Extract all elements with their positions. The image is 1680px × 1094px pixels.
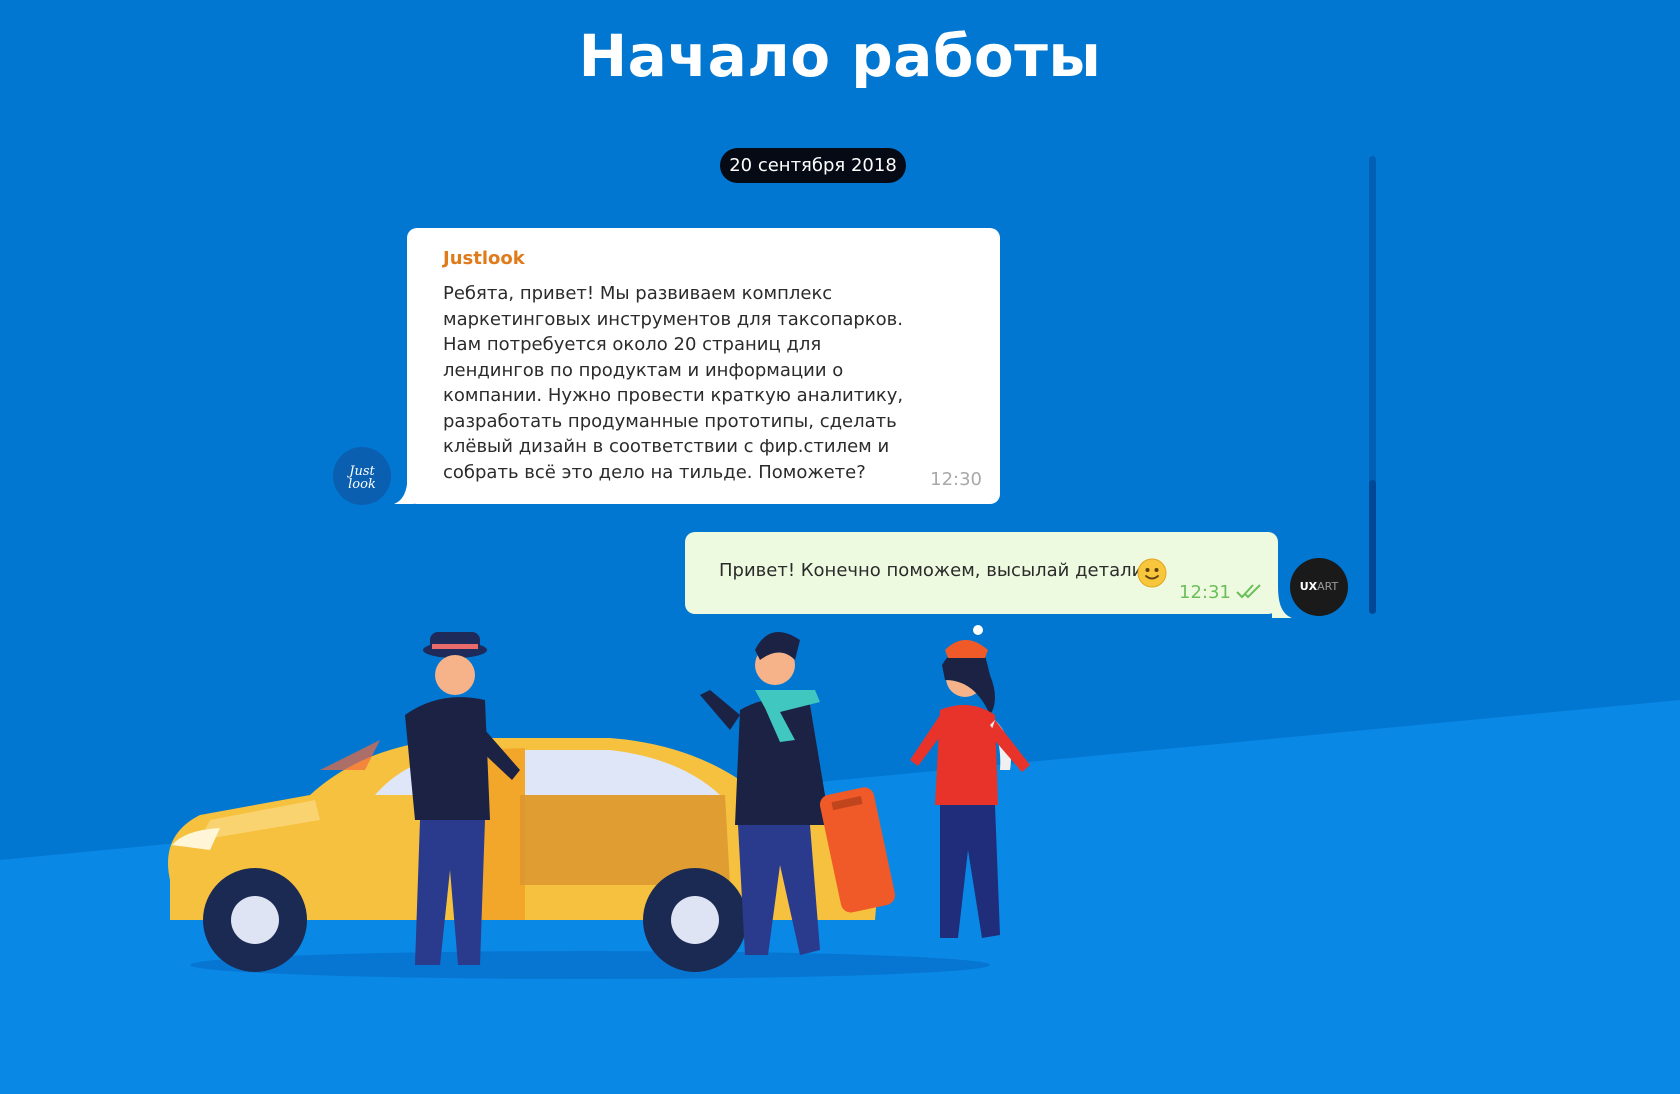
page-title: Начало работы bbox=[578, 22, 1102, 90]
message-text: Ребята, привет! Мы развиваем комплекс ма… bbox=[443, 283, 904, 483]
justlook-logo-icon: Just look bbox=[346, 464, 376, 492]
message-text: Привет! Конечно поможем, высылай детали bbox=[719, 560, 1144, 581]
uxart-brand: UX bbox=[1299, 580, 1318, 593]
message-time: 12:31 bbox=[1179, 582, 1231, 603]
taxi-scene-illustration bbox=[168, 625, 1030, 979]
message-time: 12:30 bbox=[930, 469, 982, 490]
incoming-message-bubble: Justlook Ребята, привет! Мы развиваем ко… bbox=[407, 228, 1000, 504]
justlook-avatar: Just look bbox=[333, 447, 391, 505]
scrollbar-thumb[interactable] bbox=[1369, 480, 1376, 614]
slightly-smiling-face-icon bbox=[1137, 558, 1167, 588]
outgoing-message-bubble: Привет! Конечно поможем, высылай детали … bbox=[685, 532, 1278, 614]
uxart-avatar: UXART bbox=[1290, 558, 1348, 616]
uxart-brand-suffix: ART bbox=[1317, 580, 1339, 593]
svg-text:look: look bbox=[348, 477, 376, 492]
date-separator: 20 сентября 2018 bbox=[720, 148, 906, 183]
message-sender-name: Justlook bbox=[443, 248, 525, 269]
double-check-icon bbox=[1236, 584, 1261, 599]
chat-scrollbar[interactable] bbox=[1369, 156, 1376, 614]
